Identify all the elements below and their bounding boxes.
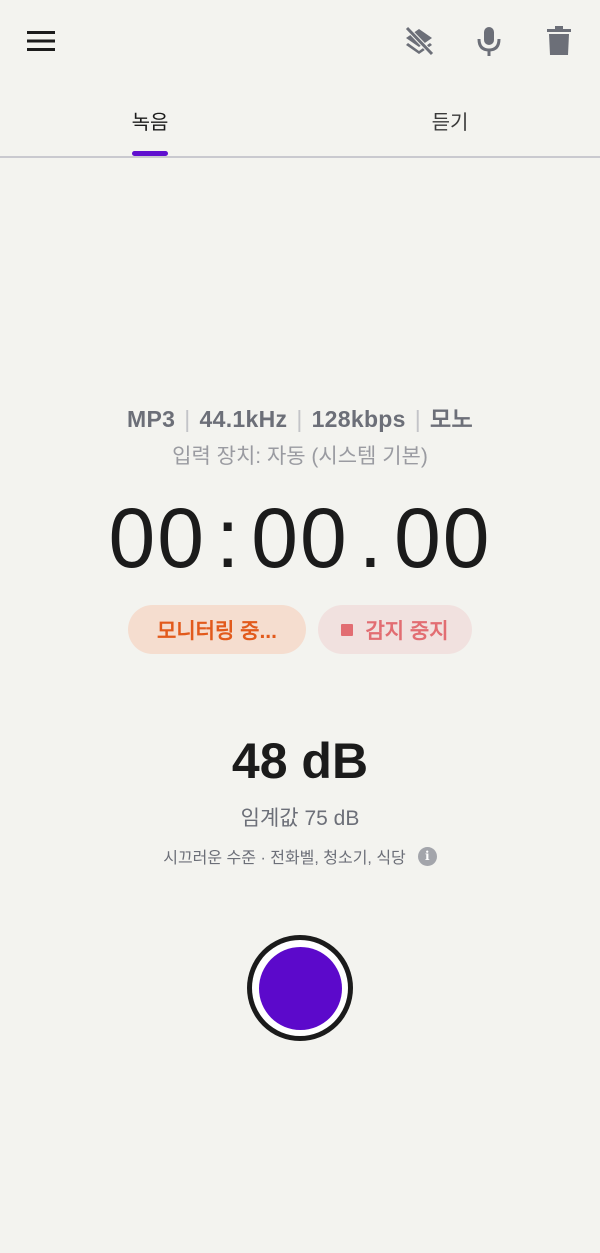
format-codec: MP3	[127, 406, 176, 432]
timer-minutes: 00	[108, 491, 206, 585]
tab-listen-label: 듣기	[431, 111, 469, 134]
format-channels: 모노	[430, 406, 473, 432]
layers-off-icon[interactable]	[395, 17, 443, 65]
current-db-value: 48 dB	[231, 733, 369, 789]
record-button[interactable]	[247, 935, 353, 1041]
monitoring-status-chip: 모니터링 중...	[128, 605, 306, 654]
stop-detection-button[interactable]: 감지 중지	[318, 605, 472, 654]
tab-indicator	[132, 151, 168, 156]
elapsed-timer: 00:00. 00	[0, 490, 600, 587]
stop-detection-label: 감지 중지	[365, 619, 449, 643]
monitoring-status-label: 모니터링 중...	[157, 619, 277, 643]
record-icon	[258, 946, 342, 1030]
format-separator: |	[414, 406, 422, 432]
format-separator: |	[184, 406, 191, 432]
microphone-icon[interactable]	[465, 17, 513, 65]
noise-level-text: 시끄러운 수준 · 전화벨, 청소기, 식당	[163, 850, 406, 867]
noise-level-description: 시끄러운 수준 · 전화벨, 청소기, 식당 i	[0, 844, 600, 868]
timer-separator: :	[215, 491, 242, 585]
tab-record-label: 녹음	[131, 111, 169, 134]
timer-separator: .	[358, 491, 385, 585]
stop-icon	[341, 623, 354, 636]
record-button-ring	[252, 940, 348, 1036]
timer-centiseconds: 00	[394, 491, 492, 585]
recording-format: MP3 | 44.1kHz | 128kbps | 모노	[0, 400, 600, 434]
trash-icon[interactable]	[535, 17, 583, 65]
threshold-label: 임계값 75 dB	[240, 807, 360, 830]
tab-bar: 녹음 듣기	[0, 90, 600, 158]
format-sample-rate: 44.1kHz	[199, 406, 288, 432]
tab-listen[interactable]: 듣기	[300, 90, 600, 156]
hamburger-menu-icon[interactable]	[17, 17, 65, 65]
timer-seconds: 00	[251, 491, 349, 585]
tab-record[interactable]: 녹음	[0, 90, 300, 156]
info-icon[interactable]: i	[417, 846, 437, 866]
format-bitrate: 128kbps	[311, 406, 406, 432]
top-app-bar	[0, 0, 600, 84]
input-device-label: 입력 장치: 자동 (시스템 기본)	[172, 445, 428, 468]
format-separator: |	[296, 406, 303, 432]
